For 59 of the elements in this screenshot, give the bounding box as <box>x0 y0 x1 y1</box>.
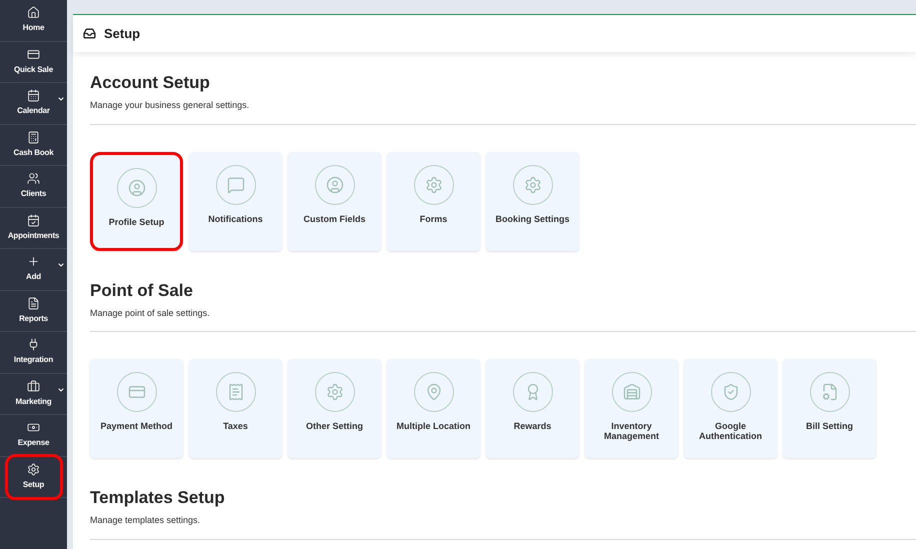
setting-tile[interactable]: Forms <box>387 152 480 250</box>
setting-tile[interactable]: Bill Setting <box>783 359 876 458</box>
nav-item[interactable]: Home <box>2 0 66 40</box>
section-title: Point of Sale <box>90 280 194 300</box>
document-icon <box>27 296 40 310</box>
setting-tile[interactable]: Multiple Location <box>387 359 480 458</box>
section-title: Templates Setup <box>90 488 226 508</box>
plug-icon <box>27 338 40 352</box>
map-pin-icon <box>424 383 442 401</box>
nav-item[interactable]: Marketing <box>2 374 66 414</box>
card-icon <box>128 383 146 401</box>
caret-icon <box>56 95 64 104</box>
setting-tile[interactable]: Rewards <box>486 359 579 458</box>
setting-tile[interactable]: Booking Settings <box>486 152 579 250</box>
user-icon <box>326 176 344 194</box>
setting-tile[interactable]: Custom Fields <box>288 152 381 250</box>
caret-icon <box>56 261 64 270</box>
nav-item[interactable]: Expense <box>2 415 66 456</box>
nav-item[interactable]: Appointments <box>2 208 66 248</box>
setting-tile[interactable]: Inventory Management <box>585 359 678 458</box>
section-subtitle: Manage templates settings. <box>90 514 202 527</box>
section-subtitle: Manage point of sale settings. <box>90 306 211 320</box>
shield-icon <box>722 383 740 401</box>
nav-item[interactable]: Integration <box>2 332 66 372</box>
section-subtitle: Manage your business general settings. <box>90 99 250 112</box>
document-icon <box>820 383 838 401</box>
user-icon <box>128 178 146 196</box>
setting-tile[interactable]: Taxes <box>189 359 282 458</box>
nav-item[interactable]: Clients <box>2 166 66 206</box>
setting-tile[interactable]: Notifications <box>189 152 282 250</box>
nav-item[interactable]: Setup <box>4 454 62 500</box>
setting-tile[interactable]: Payment Method <box>90 359 183 458</box>
calendar-icon <box>27 89 40 102</box>
setting-tile[interactable]: Google Authentication <box>684 359 777 458</box>
nav-item[interactable]: Reports <box>2 290 66 331</box>
settings-icon <box>27 462 40 476</box>
nav-item[interactable]: Quick Sale <box>2 42 66 82</box>
nav-item[interactable]: Cash Book <box>2 124 66 165</box>
calculator-icon <box>27 130 40 144</box>
inbox-icon <box>83 27 96 40</box>
section-title: Account Setup <box>90 73 211 93</box>
setting-tile[interactable]: Other Setting <box>288 359 381 458</box>
nav-item[interactable]: Calendar <box>2 83 66 124</box>
briefcase-icon <box>27 380 40 393</box>
home-icon <box>27 6 40 20</box>
gear-icon <box>524 176 542 194</box>
chat-bubble-icon <box>226 176 244 194</box>
setting-tile[interactable]: Profile Setup <box>90 152 183 250</box>
gear-icon <box>326 383 344 401</box>
card-icon <box>27 48 40 61</box>
page-title: Setup <box>104 24 140 43</box>
nav-item[interactable]: Add <box>2 249 66 290</box>
calendar-icon <box>27 214 40 227</box>
people-icon <box>27 172 40 186</box>
warehouse-icon <box>622 383 640 401</box>
gear-icon <box>424 176 442 194</box>
plus-icon <box>27 255 40 268</box>
caret-icon <box>56 386 64 394</box>
receipt-icon <box>226 383 244 401</box>
